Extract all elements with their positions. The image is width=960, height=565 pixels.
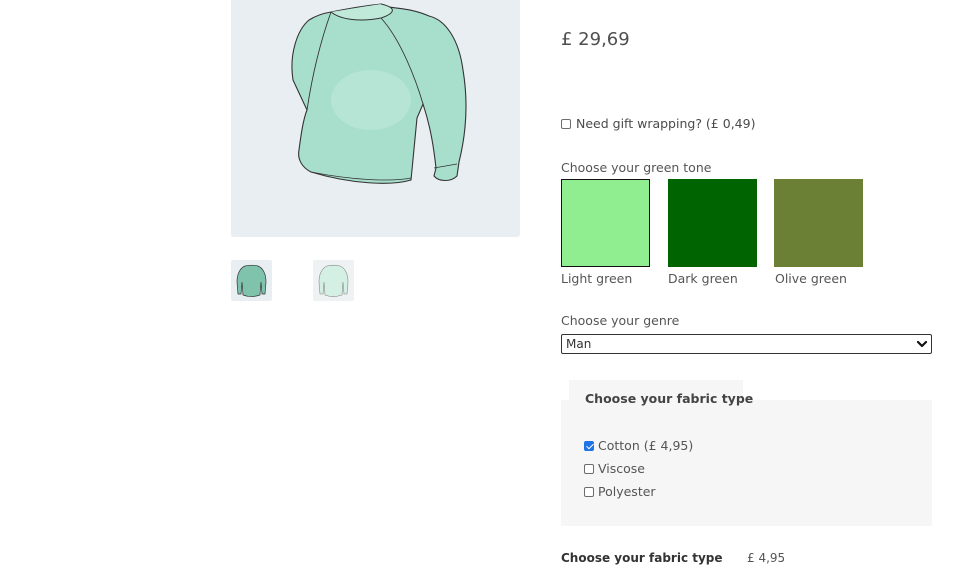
product-price: £ 29,69 xyxy=(561,29,630,50)
polyester-label: Polyester xyxy=(598,484,656,499)
fabric-option-polyester[interactable]: Polyester xyxy=(583,484,656,499)
chevron-down-icon xyxy=(916,340,928,348)
gift-wrap-checkbox[interactable] xyxy=(561,118,571,129)
swatch-dark-green[interactable] xyxy=(668,179,757,267)
polyester-checkbox[interactable] xyxy=(584,486,594,497)
swatch-olive-green[interactable] xyxy=(774,179,863,267)
gift-wrap-option[interactable]: Need gift wrapping? (£ 0,49) xyxy=(560,116,755,131)
swatch-label-light-green: Light green xyxy=(561,271,633,286)
viscose-checkbox[interactable] xyxy=(584,463,594,474)
cotton-label: Cotton (£ 4,95) xyxy=(598,438,694,453)
fabric-option-cotton[interactable]: Cotton (£ 4,95) xyxy=(583,438,693,453)
shirt-illustration xyxy=(291,3,467,184)
fabric-heading: Choose your fabric type xyxy=(585,391,754,406)
genre-selected-value: Man xyxy=(566,337,592,351)
swatch-label-olive-green: Olive green xyxy=(775,271,847,286)
fabric-option-viscose[interactable]: Viscose xyxy=(583,461,645,476)
viscose-label: Viscose xyxy=(598,461,645,476)
thumbnail-1[interactable] xyxy=(231,260,272,301)
thumbnail-2[interactable] xyxy=(313,260,354,301)
swatch-label-dark-green: Dark green xyxy=(668,271,738,286)
product-main-image[interactable] xyxy=(231,0,520,237)
cotton-checkbox[interactable] xyxy=(584,440,594,451)
swatch-light-green[interactable] xyxy=(561,179,650,267)
color-heading: Choose your green tone xyxy=(561,160,712,175)
summary-value: £ 4,95 xyxy=(747,551,786,565)
summary-label: Choose your fabric type xyxy=(561,551,723,565)
genre-select[interactable]: Man xyxy=(561,334,932,354)
gift-wrap-label: Need gift wrapping? (£ 0,49) xyxy=(576,116,756,131)
genre-heading: Choose your genre xyxy=(561,313,680,328)
